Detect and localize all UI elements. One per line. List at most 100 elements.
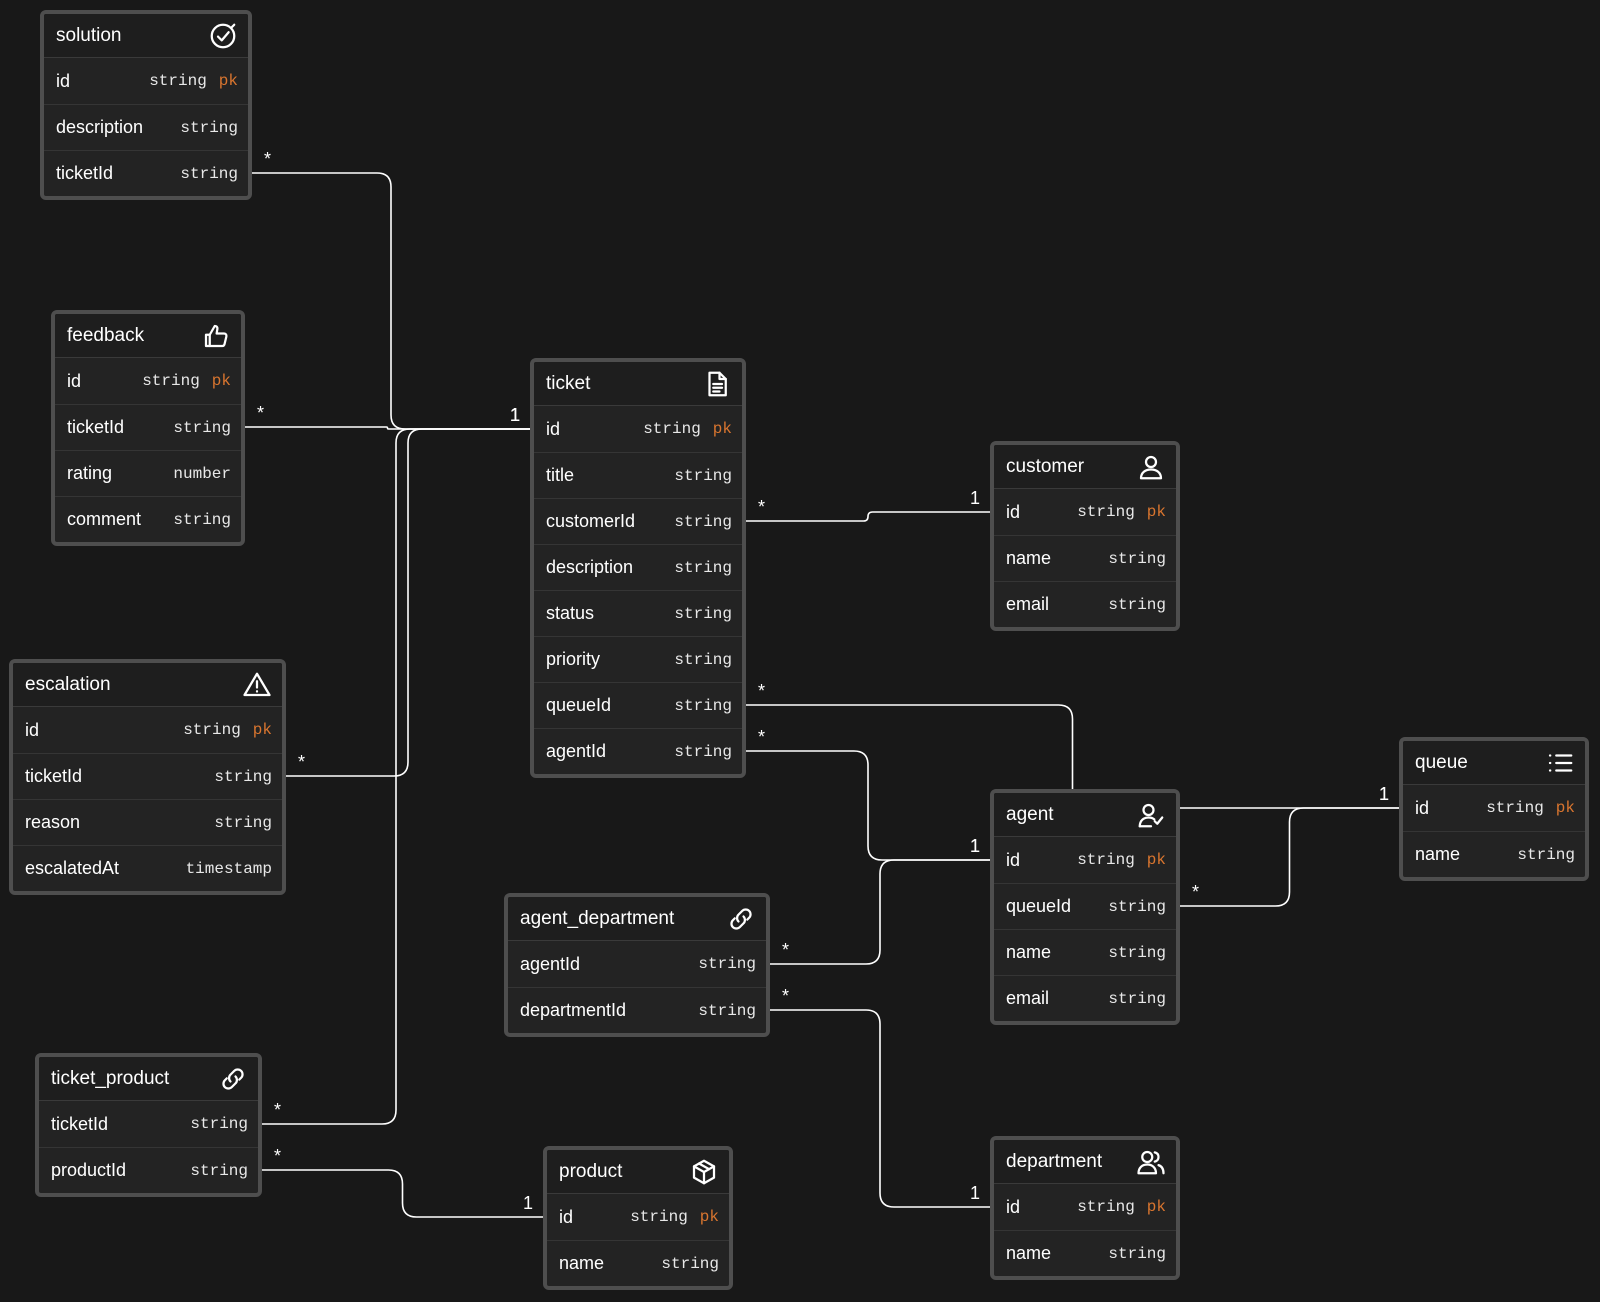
field-name: id [1006, 501, 1021, 522]
entity-ticket[interactable]: ticket id string pk title string customerId str… [530, 358, 746, 778]
entity-agent-department[interactable]: agent_department agentId string departmentI… [504, 893, 770, 1037]
field-row-comment[interactable]: comment string [55, 496, 241, 542]
field-row-title[interactable]: title string [534, 452, 742, 498]
field-meta: number [173, 465, 231, 483]
field-row-id[interactable]: id string pk [534, 406, 742, 452]
field-name: queueId [546, 695, 612, 715]
entity-header[interactable]: solution [44, 14, 248, 58]
entity-feedback[interactable]: feedback id string pk ticketId string rating nu… [51, 310, 245, 546]
field-type: string [149, 72, 207, 90]
entity-customer[interactable]: customer id string pk name string email string [990, 441, 1180, 631]
relationship-line [1180, 807, 1399, 907]
field-meta: string [1108, 990, 1166, 1008]
cardinality-label: 1 [523, 1193, 533, 1213]
field-meta: string [674, 743, 732, 761]
field-row-customer-id[interactable]: customerId string [534, 498, 742, 544]
field-type: string [674, 696, 732, 715]
box-icon [689, 1157, 719, 1187]
entity-header[interactable]: customer [994, 445, 1176, 489]
field-type: timestamp [185, 859, 272, 878]
field-row-id[interactable]: id string pk [1403, 785, 1585, 831]
field-type: string [674, 650, 732, 669]
entity-department[interactable]: department id string pk name string [990, 1136, 1180, 1280]
field-name: name [559, 1253, 605, 1273]
field-name: description [546, 557, 634, 577]
field-row-name[interactable]: name string [1403, 831, 1585, 877]
field-row-email[interactable]: email string [994, 581, 1176, 627]
field-row-queue-id[interactable]: queueId string [994, 883, 1176, 929]
field-row-product-id[interactable]: productId string [39, 1147, 258, 1193]
field-type: string [1486, 799, 1544, 817]
entity-header[interactable]: agent [994, 793, 1176, 837]
entity-title: escalation [25, 673, 111, 695]
field-row-name[interactable]: name string [994, 929, 1176, 975]
field-meta: string pk [183, 721, 272, 739]
entity-escalation[interactable]: escalation id string pk ticketId string reason… [9, 659, 286, 895]
field-row-name[interactable]: name string [994, 535, 1176, 581]
entity-header[interactable]: product [547, 1150, 729, 1194]
warning-triangle-icon [242, 670, 272, 700]
field-row-id[interactable]: id string pk [13, 707, 282, 753]
field-row-id[interactable]: id string pk [55, 358, 241, 404]
field-type: string [1108, 549, 1166, 568]
entity-title: agent_department [520, 907, 675, 929]
entity-title: ticket_product [51, 1067, 170, 1089]
relationship-line [770, 859, 990, 965]
field-row-description[interactable]: description string [44, 104, 248, 150]
entity-header[interactable]: department [994, 1140, 1176, 1184]
entity-header[interactable]: escalation [13, 663, 282, 707]
field-meta: string [214, 814, 272, 832]
field-type: string [180, 164, 238, 183]
field-row-ticket-id[interactable]: ticketId string [55, 404, 241, 450]
user-icon [1136, 452, 1166, 482]
entity-header[interactable]: agent_department [508, 897, 766, 941]
entity-product[interactable]: product id string pk name string [543, 1146, 733, 1290]
field-row-name[interactable]: name string [994, 1230, 1176, 1276]
field-row-priority[interactable]: priority string [534, 636, 742, 682]
entity-solution[interactable]: solution id string pk description string ticke… [40, 10, 252, 200]
field-row-agent-id[interactable]: agentId string [534, 728, 742, 774]
field-meta: string [1108, 898, 1166, 916]
field-row-ticket-id[interactable]: ticketId string [44, 150, 248, 196]
field-meta: string pk [142, 372, 231, 390]
field-row-id[interactable]: id string pk [994, 489, 1176, 535]
entity-ticket-product[interactable]: ticket_product ticketId string productId str… [35, 1053, 262, 1197]
field-type: string [142, 372, 200, 390]
field-row-escalated-at[interactable]: escalatedAt timestamp [13, 845, 282, 891]
entity-header[interactable]: ticket [534, 362, 742, 406]
field-row-rating[interactable]: rating number [55, 450, 241, 496]
entity-header[interactable]: ticket_product [39, 1057, 258, 1101]
entity-header[interactable]: feedback [55, 314, 241, 358]
field-row-ticket-id[interactable]: ticketId string [39, 1101, 258, 1147]
field-name: rating [67, 463, 113, 483]
field-row-id[interactable]: id string pk [994, 1184, 1176, 1230]
field-type: string [190, 1115, 248, 1133]
field-row-status[interactable]: status string [534, 590, 742, 636]
field-meta: string [180, 165, 238, 183]
field-meta: string [1517, 846, 1575, 864]
field-type: string [214, 813, 272, 832]
field-row-agent-id[interactable]: agentId string [508, 941, 766, 987]
field-row-id[interactable]: id string pk [994, 837, 1176, 883]
field-row-id[interactable]: id string pk [44, 58, 248, 104]
entity-header[interactable]: queue [1403, 741, 1585, 785]
cardinality-label: 1 [970, 836, 980, 856]
cardinality-label: * [274, 1100, 281, 1120]
field-row-reason[interactable]: reason string [13, 799, 282, 845]
field-row-queue-id[interactable]: queueId string [534, 682, 742, 728]
field-type: string [698, 955, 756, 973]
entity-queue[interactable]: queue id string pk name string [1399, 737, 1589, 881]
field-row-description[interactable]: description string [534, 544, 742, 590]
field-meta: string pk [149, 72, 238, 90]
link-icon [218, 1064, 248, 1094]
field-row-email[interactable]: email string [994, 975, 1176, 1021]
entity-agent[interactable]: agent id string pk queueId string name string em… [990, 789, 1180, 1025]
field-row-name[interactable]: name string [547, 1240, 729, 1286]
field-name: email [1006, 594, 1050, 614]
entity-title: solution [56, 24, 122, 46]
field-row-ticket-id[interactable]: ticketId string [13, 753, 282, 799]
field-name: name [1006, 1243, 1052, 1263]
document-icon [702, 369, 732, 399]
field-row-id[interactable]: id string pk [547, 1194, 729, 1240]
field-row-department-id[interactable]: departmentId string [508, 987, 766, 1033]
